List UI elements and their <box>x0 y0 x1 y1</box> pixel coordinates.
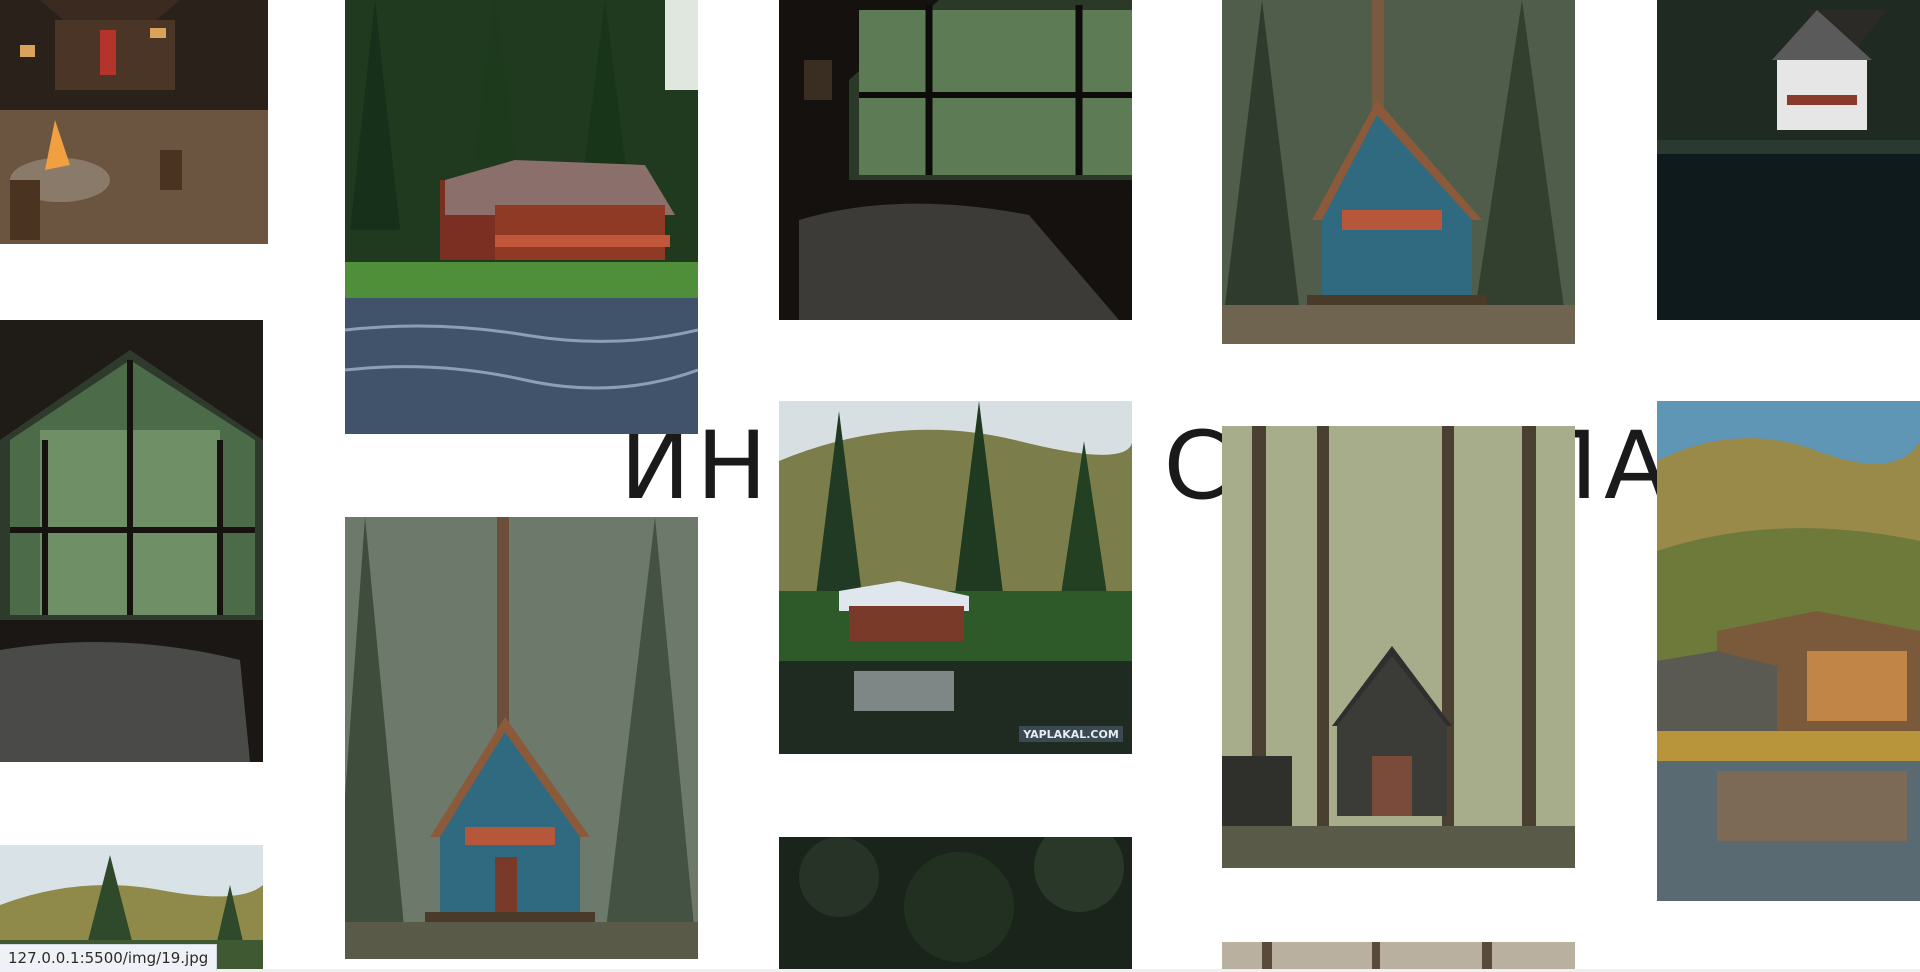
gallery-photo-forest-strip[interactable] <box>1222 942 1575 972</box>
gallery-photo-river-cabin[interactable] <box>345 0 698 434</box>
gallery-photo-bedroom-window[interactable] <box>779 0 1132 320</box>
gallery-photo-lake-house[interactable] <box>1657 0 1920 320</box>
gallery-photo-dark-foliage[interactable] <box>779 837 1132 972</box>
gallery-photo-mountain-lodge[interactable] <box>1657 401 1920 901</box>
gallery-photo-aframe-window[interactable] <box>0 320 263 762</box>
watermark-label: YAPLAKAL.COM <box>1022 728 1119 741</box>
gallery-photo-lake-cabin[interactable]: YAPLAKAL.COM <box>779 401 1132 754</box>
link-status-url: 127.0.0.1:5500/img/19.jpg <box>0 944 218 971</box>
gallery-photo-dark-aframe[interactable] <box>1222 426 1575 868</box>
gallery-photo-blue-aframe-2[interactable] <box>345 517 698 959</box>
gallery-photo-blue-aframe-1[interactable] <box>1222 0 1575 344</box>
gallery-photo-campfire-cabin[interactable] <box>0 0 268 244</box>
